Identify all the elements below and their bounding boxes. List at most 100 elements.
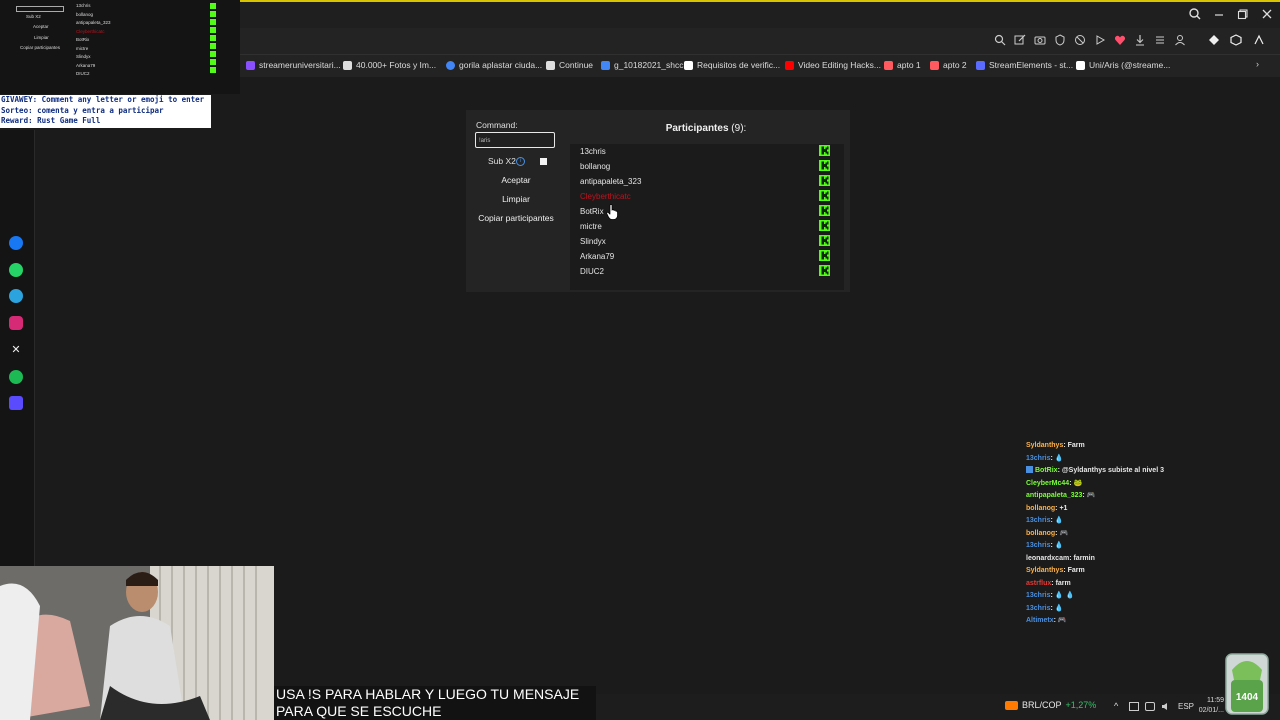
edit-icon[interactable] <box>1013 33 1027 47</box>
bot-badge-icon <box>1026 466 1033 473</box>
participant-row[interactable]: bollanog <box>580 160 830 177</box>
kick-icon <box>819 235 830 246</box>
participant-row[interactable]: DIUC2 <box>580 265 830 282</box>
caption-line: PARA QUE SE ESCUCHE <box>276 703 442 719</box>
chat-username[interactable]: bollanog <box>1026 530 1055 537</box>
clear-button[interactable]: Limpiar <box>474 194 558 204</box>
bookmark-item[interactable]: 40.000+ Fotos y Im... <box>343 58 436 72</box>
vpn-icon[interactable] <box>1073 33 1087 47</box>
accept-button[interactable]: Aceptar <box>474 175 558 185</box>
chat-text: : farmin <box>1069 554 1095 562</box>
tray-chevron-up-icon[interactable]: ^ <box>1114 702 1123 711</box>
command-input[interactable]: !aris <box>475 132 555 148</box>
chat-text: : 🎮 <box>1055 529 1069 537</box>
mini-accept: Aceptar <box>33 24 49 29</box>
volume-icon[interactable] <box>1161 702 1171 711</box>
participant-row[interactable]: antipapaleta_323 <box>580 175 830 192</box>
chat-username[interactable]: 13chris <box>1026 455 1051 462</box>
participant-name: bollanog <box>580 162 611 171</box>
chat-username[interactable]: antipapaleta_323 <box>1026 492 1082 499</box>
kick-icon <box>819 250 830 261</box>
copy-participants-button[interactable]: Copiar participantes <box>474 213 558 223</box>
chat-message: BotRix: @Syldanthys subiste al nivel 3 <box>1026 465 1280 478</box>
chat-username[interactable]: 13chris <box>1026 542 1051 549</box>
whatsapp-icon[interactable] <box>9 263 23 277</box>
participant-name: Slindyx <box>580 237 606 246</box>
chat-username[interactable]: bollanog <box>1026 505 1055 512</box>
caption-line: USA !S PARA HABLAR Y LUEGO TU MENSAJE <box>276 686 580 702</box>
bookmark-item[interactable]: Uni/Aris (@streame... <box>1076 58 1170 72</box>
participant-name: DIUC2 <box>580 267 605 276</box>
info-icon[interactable]: i <box>516 157 525 166</box>
mini-kick-icon <box>210 67 216 73</box>
extension-cube-icon[interactable] <box>1229 33 1243 47</box>
chat-username[interactable]: 13chris <box>1026 517 1051 524</box>
chat-username[interactable]: BotRix <box>1035 467 1058 474</box>
participant-row[interactable]: Arkana79 <box>580 250 830 267</box>
chat-message: Altimetx: 🎮 <box>1026 615 1280 628</box>
participant-row[interactable]: mictre <box>580 220 830 237</box>
bookmark-item[interactable]: Continue <box>546 58 593 72</box>
mini-participant: bollanog <box>76 11 94 17</box>
bookmark-item[interactable]: Video Editing Hacks... <box>785 58 881 72</box>
chat-message: antipapaleta_323: 🎮 <box>1026 490 1280 503</box>
search-icon[interactable] <box>1187 6 1203 22</box>
sub-x2-checkbox[interactable] <box>540 158 547 165</box>
taskbar-clock[interactable]: 11:59 02/01/... <box>1198 696 1224 716</box>
chat-text: : @Syldanthys subiste al nivel 3 <box>1057 467 1164 474</box>
chat-username[interactable]: leonardxcam <box>1026 555 1069 562</box>
chat-message: 13chris: 💧 <box>1026 603 1280 616</box>
extension-diamond-icon[interactable] <box>1207 33 1221 47</box>
language-indicator[interactable]: ESP <box>1178 702 1194 711</box>
chat-username[interactable]: 13chris <box>1026 592 1051 599</box>
camera-icon[interactable] <box>1033 33 1047 47</box>
hand-cursor-icon <box>606 204 618 220</box>
currency-widget[interactable]: BRL/COP +1,27% <box>1005 700 1096 710</box>
bookmark-favicon-icon <box>930 60 939 70</box>
x-twitter-icon[interactable]: ✕ <box>9 343 23 357</box>
restore-icon[interactable] <box>1235 6 1251 22</box>
menu-icon[interactable] <box>1153 33 1167 47</box>
instagram-icon[interactable] <box>9 316 23 330</box>
chat-username[interactable]: Syldanthys <box>1026 442 1063 449</box>
ai-icon[interactable] <box>1252 33 1266 47</box>
wifi-icon[interactable] <box>1145 702 1155 711</box>
spotify-icon[interactable] <box>9 370 23 384</box>
chat-username[interactable]: astrflux <box>1026 580 1051 587</box>
participants-title-text: Participantes <box>665 123 729 134</box>
profile-icon[interactable] <box>1173 33 1187 47</box>
bookmark-item[interactable]: apto 2 <box>930 58 967 72</box>
telegram-icon[interactable] <box>9 289 23 303</box>
chat-username[interactable]: CleyberMc44 <box>1026 480 1069 487</box>
participant-row[interactable]: 13chris <box>580 145 830 162</box>
participant-name: 13chris <box>580 147 606 156</box>
chat-username[interactable]: Syldanthys <box>1026 567 1063 574</box>
play-icon[interactable] <box>1093 33 1107 47</box>
bookmark-item[interactable]: g_10182021_shcc <box>601 58 683 72</box>
bookmark-item[interactable]: gorila aplastar ciuda... <box>446 58 542 72</box>
download-icon[interactable] <box>1133 33 1147 47</box>
messenger-icon[interactable] <box>9 236 23 250</box>
bookmark-item[interactable]: streameruniversitari... <box>246 58 341 72</box>
bookmark-item[interactable]: Requisitos de verific... <box>684 58 780 72</box>
bookmark-favicon-icon <box>246 60 255 70</box>
participant-name: antipapaleta_323 <box>580 177 642 186</box>
bookmarks-overflow-icon[interactable]: › <box>1256 59 1259 69</box>
shield-icon[interactable] <box>1053 33 1067 47</box>
bookmark-item[interactable]: StreamElements - st... <box>976 58 1073 72</box>
chat-username[interactable]: 13chris <box>1026 605 1051 612</box>
chat-username[interactable]: Altimetx <box>1026 617 1054 624</box>
participant-row[interactable]: Slindyx <box>580 235 830 252</box>
mini-participant: Cleyberthicatc <box>76 28 105 34</box>
zoom-icon[interactable] <box>993 33 1007 47</box>
mini-command-input <box>16 6 64 12</box>
minimize-icon[interactable] <box>1211 6 1227 22</box>
heart-icon[interactable] <box>1113 33 1127 47</box>
bookmark-item[interactable]: apto 1 <box>884 58 921 72</box>
close-icon[interactable] <box>1259 6 1275 22</box>
mini-preview: Sub X2 Aceptar Limpiar Copiar participan… <box>0 0 240 94</box>
tray-app-icon[interactable] <box>1129 702 1139 711</box>
giveaway-reward: Reward: Rust Game Full <box>1 116 101 125</box>
app-launcher-icon[interactable] <box>9 396 23 410</box>
chat-text: : 💧 💧 <box>1050 592 1075 599</box>
